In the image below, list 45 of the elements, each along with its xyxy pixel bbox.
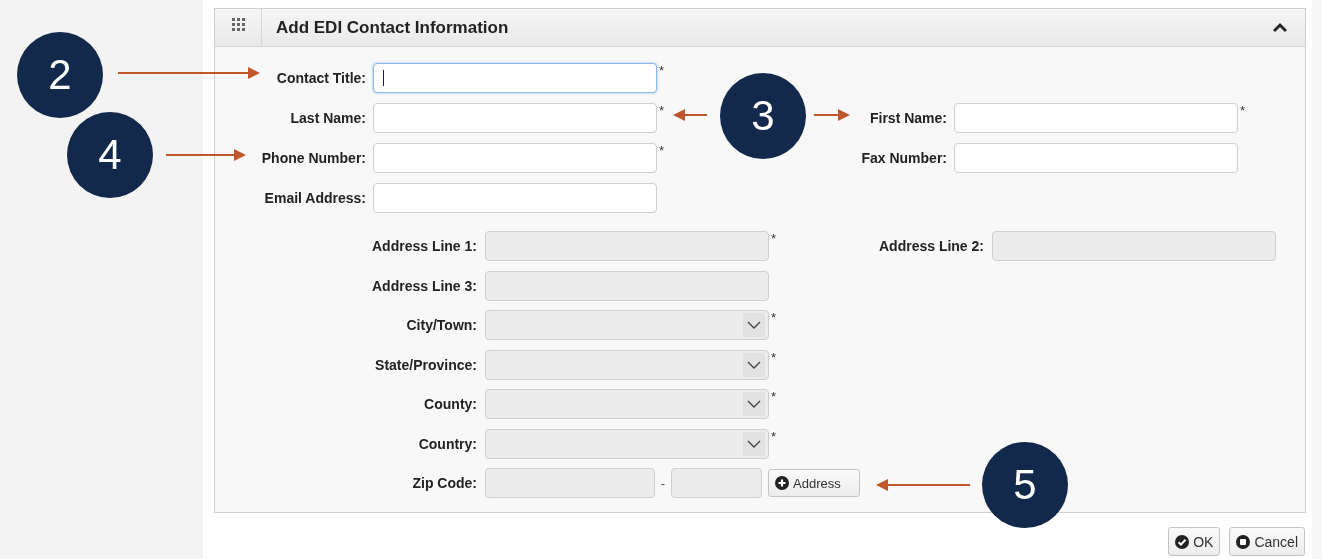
separator-text: -: [659, 475, 667, 491]
collapse-caret-icon[interactable]: [1273, 21, 1287, 34]
field-label: Contact Title:: [276, 70, 366, 86]
field-label: County:: [424, 396, 477, 412]
text-field[interactable]: [373, 183, 657, 213]
required-mark: *: [770, 428, 778, 444]
text-field[interactable]: [373, 63, 657, 93]
arrow: [814, 108, 850, 122]
required-mark: *: [658, 143, 666, 158]
required-mark: *: [1239, 103, 1247, 118]
chevron-down-icon: [747, 321, 761, 329]
required-mark: *: [770, 389, 778, 404]
field-label: Phone Number:: [261, 150, 366, 166]
field-label: Email Address:: [264, 190, 366, 206]
ok-button[interactable]: OK: [1168, 527, 1221, 556]
text-field[interactable]: [373, 143, 657, 173]
field-label: State/Province:: [375, 356, 477, 373]
required-mark: *: [770, 231, 778, 246]
chevron-down-icon: [747, 360, 761, 369]
stop-circle-icon: [1236, 534, 1251, 549]
field-label: Fax Number:: [861, 150, 947, 166]
arrow: [673, 108, 707, 122]
field-label: Country:: [418, 435, 477, 452]
text-field[interactable]: [954, 103, 1238, 133]
required-mark: *: [658, 103, 666, 118]
field-label: First Name:: [869, 110, 947, 126]
plus-circle-icon: [775, 476, 789, 490]
field-label: City/Town:: [406, 317, 477, 333]
field-label: Zip Code:: [412, 475, 477, 491]
field-label: Address Line 2:: [878, 238, 984, 254]
required-mark: *: [658, 63, 666, 78]
chevron-down-icon: [747, 400, 761, 408]
field-label: Address Line 1:: [371, 238, 477, 254]
text-field[interactable]: [954, 143, 1238, 173]
chevron-down-icon: [747, 439, 761, 448]
required-mark: *: [770, 349, 778, 365]
cancel-button[interactable]: Cancel: [1229, 527, 1305, 556]
check-circle-icon: [1175, 534, 1190, 549]
required-mark: *: [770, 310, 778, 325]
panel-title: Add EDI Contact Information: [276, 17, 510, 38]
text-cursor: [383, 70, 384, 86]
grid-icon: [231, 18, 245, 31]
text-field[interactable]: [373, 103, 657, 133]
field-label: Last Name:: [290, 110, 366, 126]
field-label: Address Line 3:: [371, 277, 477, 294]
